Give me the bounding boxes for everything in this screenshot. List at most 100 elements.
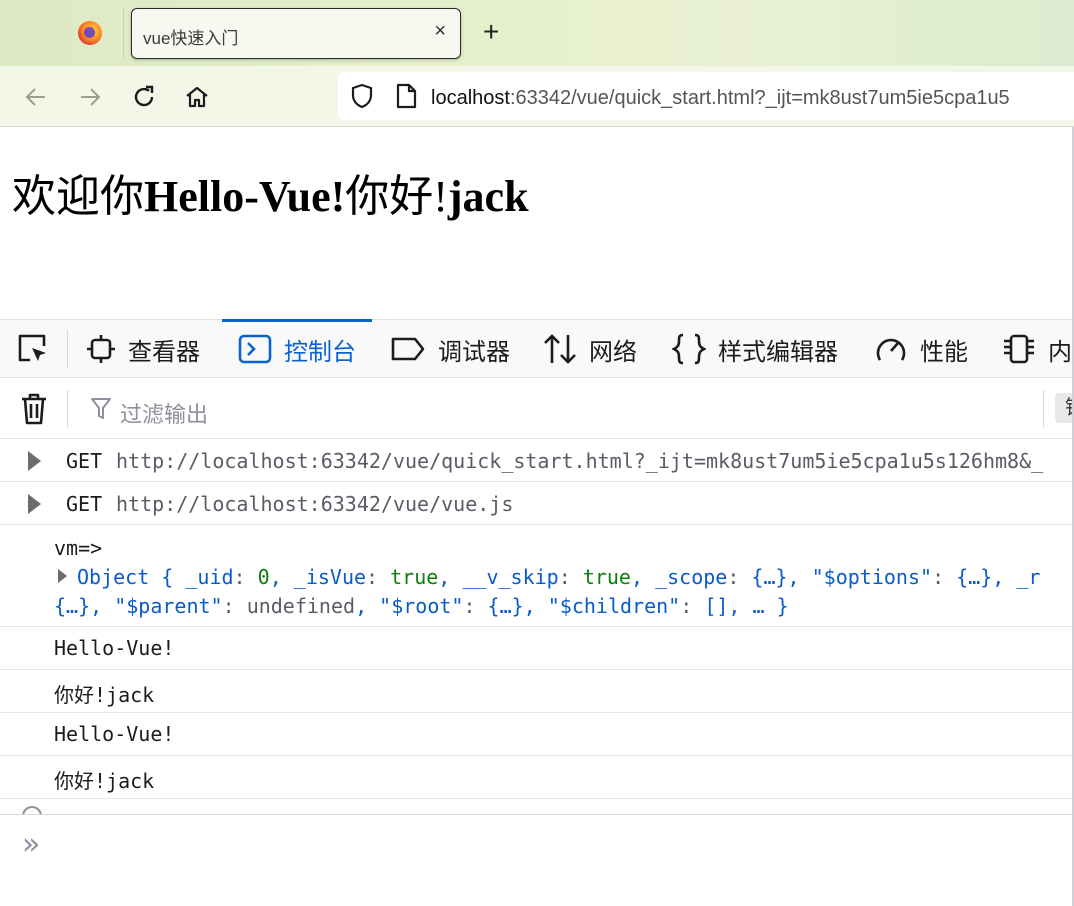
heading-message: Hello-Vue!: [144, 172, 346, 221]
tab-divider: [123, 8, 124, 58]
log-row: Hello-Vue!: [0, 713, 1074, 756]
shield-icon[interactable]: [349, 83, 375, 109]
home-icon: [186, 86, 208, 108]
object-preview-token: _uid: [185, 565, 234, 589]
object-preview-token: true: [390, 565, 439, 589]
element-picker-icon: [18, 334, 46, 362]
log-row: Hello-Vue!: [0, 627, 1074, 670]
tab-active[interactable]: vue快速入门 ×: [131, 8, 461, 59]
home-button[interactable]: [183, 83, 211, 111]
firefox-logo-icon[interactable]: [78, 21, 102, 45]
object-preview-token: []: [704, 594, 729, 618]
object-preview-token: _scope: [655, 565, 728, 589]
page-title: 欢迎你Hello-Vue!你好!jack: [12, 160, 529, 224]
object-preview-token: :: [366, 565, 391, 589]
tab-performance-label: 性能: [920, 338, 968, 366]
tab-close-icon[interactable]: ×: [434, 21, 446, 41]
object-preview-token: 0: [257, 565, 270, 589]
object-preview-text: Object { _uid: 0, _isVue: true, __v_skip…: [77, 565, 1040, 589]
back-button[interactable]: [22, 83, 50, 111]
object-preview-token: {…}: [956, 565, 993, 589]
tab-inspector[interactable]: 查看器: [86, 320, 200, 378]
log-row: 你好!jack: [0, 670, 1074, 713]
object-preview-token: , _r: [992, 565, 1041, 589]
object-preview-token: :: [680, 594, 705, 618]
tab-network-label: 网络: [589, 338, 637, 366]
object-preview-token: {…}: [54, 594, 91, 618]
object-preview-token: true: [582, 565, 631, 589]
tab-performance[interactable]: 性能: [874, 320, 968, 378]
object-log-row: vm=> Object { _uid: 0, _isVue: true, __v…: [0, 525, 1074, 627]
inspector-icon: [87, 335, 115, 363]
arrow-right-icon: [81, 88, 101, 106]
network-log-row[interactable]: GET http://localhost:63342/vue/vue.js: [0, 482, 1074, 525]
page-icon[interactable]: [394, 83, 418, 109]
tab-title: vue快速入门: [143, 29, 239, 48]
network-log-row[interactable]: GET http://localhost:63342/vue/quick_sta…: [0, 439, 1074, 482]
object-preview-token: _isVue: [293, 565, 367, 589]
object-preview-token: "$parent": [114, 594, 223, 618]
object-preview-token: "$root": [379, 594, 464, 618]
object-log-label: vm=>: [54, 536, 103, 560]
object-preview-token: ,: [438, 565, 463, 589]
expand-triangle-icon[interactable]: [28, 451, 41, 471]
tab-style-editor[interactable]: 样式编辑器: [672, 320, 838, 378]
object-preview-token: undefined: [246, 594, 356, 618]
url-path: :63342/vue/quick_start.html?_ijt=mk8ust7…: [509, 87, 1010, 109]
arrow-left-icon: [25, 88, 45, 106]
filter-right-separator: [1043, 390, 1044, 428]
debugger-icon: [391, 337, 425, 361]
tab-memory[interactable]: 内: [1002, 320, 1072, 378]
object-preview-line-2[interactable]: {…}, "$parent": undefined, "$root": {…},…: [54, 594, 789, 618]
tab-debugger-label: 调试器: [438, 338, 510, 366]
trash-icon[interactable]: [20, 392, 48, 426]
request-url[interactable]: http://localhost:63342/vue/quick_start.h…: [116, 449, 1043, 473]
memory-icon: [1004, 334, 1034, 364]
object-preview-token: :: [727, 565, 752, 589]
forward-button[interactable]: [76, 83, 104, 111]
new-tab-button[interactable]: +: [483, 18, 499, 46]
filter-separator: [67, 390, 68, 428]
devtools-toolbar: 查看器 控制台 调试器 网络 样式编辑器 性能 内: [0, 319, 1074, 378]
object-preview-token: Object {: [77, 565, 186, 589]
log-message: Hello-Vue!: [54, 636, 175, 660]
object-preview-line-1[interactable]: Object { _uid: 0, _isVue: true, __v_skip…: [58, 565, 1040, 589]
element-picker-button[interactable]: [16, 320, 62, 378]
object-preview-token: ,: [90, 594, 115, 618]
object-preview-token: :: [222, 594, 247, 618]
object-preview-token: ,: [630, 565, 656, 589]
tab-debugger[interactable]: 调试器: [390, 320, 510, 378]
url-bar[interactable]: localhost:63342/vue/quick_start.html?_ij…: [338, 72, 1074, 120]
object-preview-token: "$children": [547, 594, 681, 618]
tab-console-label: 控制台: [284, 338, 356, 366]
expand-object-icon[interactable]: [58, 569, 67, 583]
object-preview-token: ,: [787, 565, 812, 589]
url-text[interactable]: localhost:63342/vue/quick_start.html?_ij…: [431, 87, 1010, 110]
console-input[interactable]: »: [0, 814, 1074, 906]
filter-input[interactable]: 过滤输出: [120, 397, 208, 429]
tab-network[interactable]: 网络: [543, 320, 637, 378]
reload-button[interactable]: [130, 83, 158, 111]
object-preview-token: __v_skip: [462, 565, 559, 589]
heading-greeting: 你好!: [345, 172, 448, 221]
style-editor-icon: [672, 333, 706, 365]
tab-inspector-label: 查看器: [128, 338, 200, 366]
request-url[interactable]: http://localhost:63342/vue/vue.js: [116, 492, 513, 516]
object-preview-token: ,: [355, 594, 380, 618]
object-preview-token: ,: [523, 594, 548, 618]
toolbar-separator: [67, 330, 68, 368]
log-message: Hello-Vue!: [54, 722, 175, 746]
tab-memory-label: 内: [1048, 338, 1072, 366]
object-preview-token: :: [932, 565, 957, 589]
url-host: localhost: [431, 87, 510, 109]
log-message: 你好!jack: [54, 769, 155, 793]
network-icon: [544, 334, 576, 364]
performance-icon: [876, 338, 906, 361]
navigation-bar: localhost:63342/vue/quick_start.html?_ij…: [0, 66, 1074, 127]
object-preview-token: :: [558, 565, 583, 589]
filter-icon: [91, 398, 111, 419]
tab-console[interactable]: 控制台: [222, 319, 372, 378]
heading-name: jack: [447, 172, 529, 221]
expand-triangle-icon[interactable]: [28, 494, 41, 514]
log-row: 你好!jack: [0, 756, 1074, 799]
